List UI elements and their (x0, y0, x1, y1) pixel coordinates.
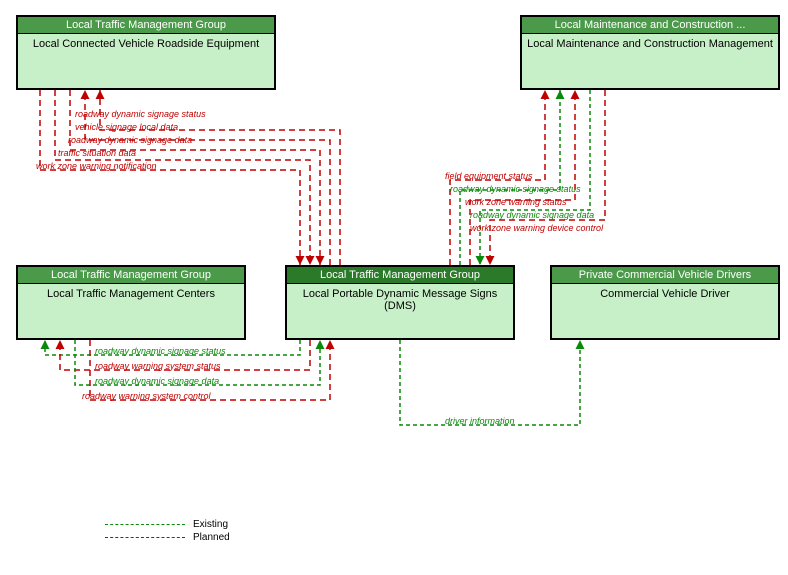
legend-label: Existing (193, 519, 228, 530)
node-header: Private Commercial Vehicle Drivers (552, 267, 778, 284)
flow-label: work zone warning device control (470, 223, 603, 233)
flow-label: work zone warning status (465, 197, 567, 207)
node-body: Local Maintenance and Construction Manag… (522, 34, 778, 87)
flow-label: roadway dynamic signage status (75, 109, 206, 119)
flow-label: traffic situation data (58, 148, 136, 158)
legend-row-existing: Existing (105, 519, 230, 530)
flow-label: work zone warning notification (36, 161, 157, 171)
node-body: Commercial Vehicle Driver (552, 284, 778, 337)
legend: Existing Planned (105, 517, 230, 545)
legend-line-existing-icon (105, 524, 185, 525)
legend-label: Planned (193, 532, 230, 543)
node-body: Local Connected Vehicle Roadside Equipme… (18, 34, 274, 87)
legend-row-planned: Planned (105, 532, 230, 543)
flow-label: field equipment status (445, 171, 533, 181)
node-connected-vehicle-roadside[interactable]: Local Traffic Management Group Local Con… (16, 15, 276, 90)
node-portable-dms[interactable]: Local Traffic Management Group Local Por… (285, 265, 515, 340)
node-body: Local Portable Dynamic Message Signs (DM… (287, 284, 513, 337)
node-header: Local Traffic Management Group (287, 267, 513, 284)
flow-label: roadway warning system status (95, 361, 221, 371)
node-maintenance-construction[interactable]: Local Maintenance and Construction ... L… (520, 15, 780, 90)
flow-label: roadway dynamic signage status (450, 184, 581, 194)
flow-label: roadway dynamic signage data (470, 210, 594, 220)
diagram-canvas: Local Traffic Management Group Local Con… (0, 0, 788, 575)
node-header: Local Traffic Management Group (18, 17, 274, 34)
flow-label: roadway warning system control (82, 391, 211, 401)
flow-label: roadway dynamic signage status (95, 346, 226, 356)
node-commercial-vehicle-driver[interactable]: Private Commercial Vehicle Drivers Comme… (550, 265, 780, 340)
flow-label: driver information (445, 416, 515, 426)
flow-label: roadway dynamic signage data (95, 376, 219, 386)
node-header: Local Maintenance and Construction ... (522, 17, 778, 34)
flow-label: vehicle signage local data (75, 122, 178, 132)
legend-line-planned-icon (105, 537, 185, 538)
node-traffic-management-centers[interactable]: Local Traffic Management Group Local Tra… (16, 265, 246, 340)
node-body: Local Traffic Management Centers (18, 284, 244, 337)
node-header: Local Traffic Management Group (18, 267, 244, 284)
flow-label: roadway dynamic signage data (68, 135, 192, 145)
